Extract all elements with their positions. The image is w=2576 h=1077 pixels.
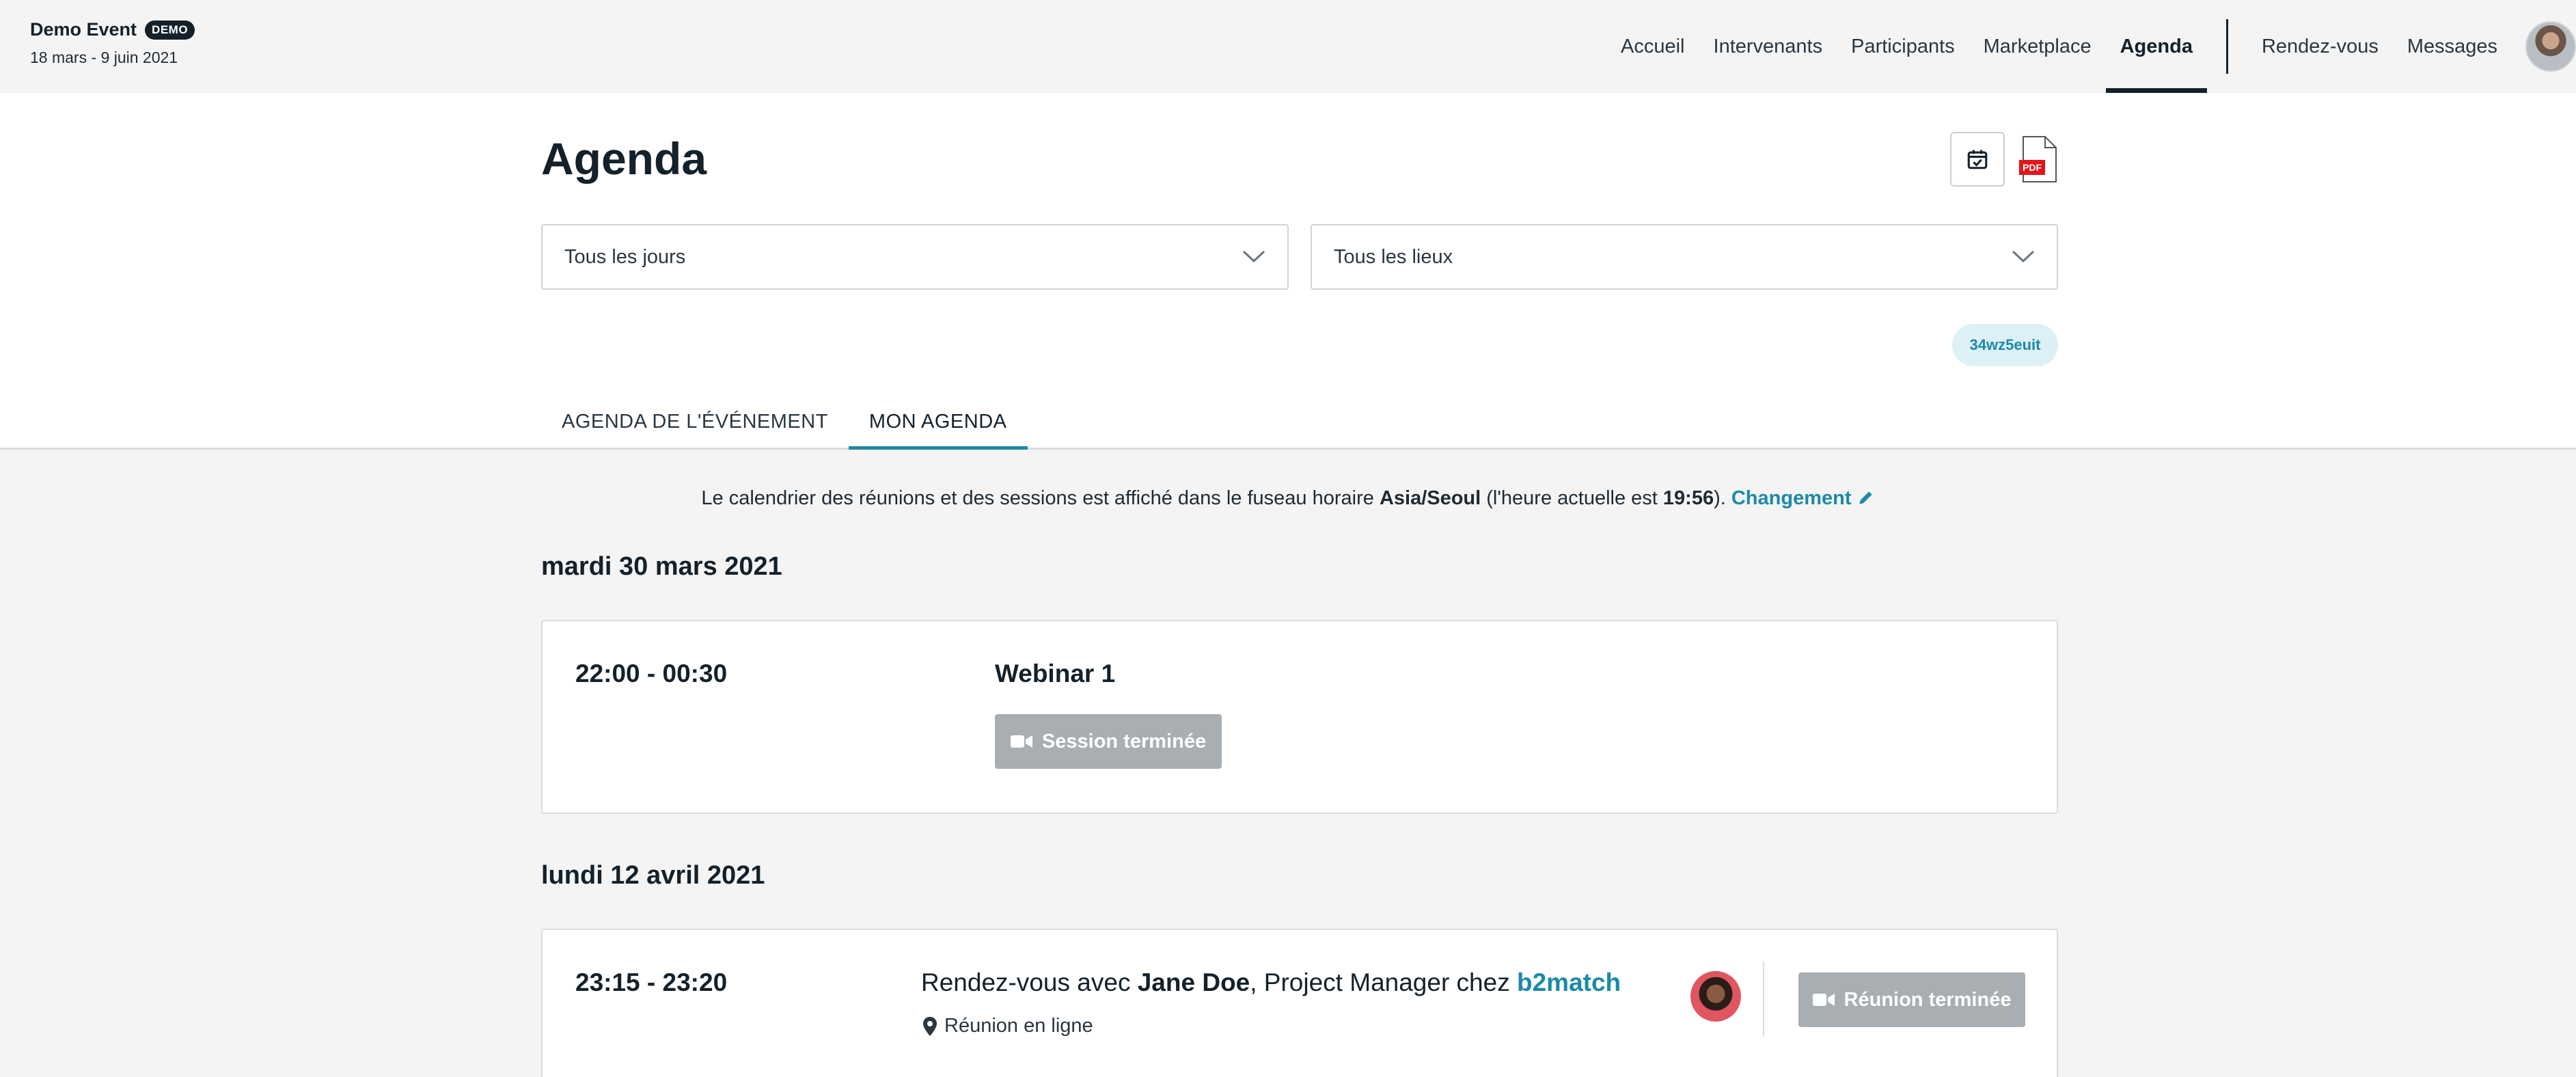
meeting-role-text: , Project Manager chez — [1250, 968, 1517, 996]
page-title: Agenda — [541, 133, 707, 184]
current-time: 19:56 — [1662, 487, 1714, 509]
session-title[interactable]: Webinar 1 — [995, 659, 1115, 688]
timezone-name: Asia/Seoul — [1379, 487, 1481, 509]
participant-avatar[interactable] — [1690, 971, 1741, 1022]
nav-rendez-vous[interactable]: Rendez-vous — [2247, 0, 2393, 93]
nav-agenda[interactable]: Agenda — [2105, 0, 2208, 93]
meeting-title: Rendez-vous avec Jane Doe, Project Manag… — [921, 968, 1621, 997]
timezone-note-text: Le calendrier des réunions et des sessio… — [701, 487, 1380, 509]
pdf-file-icon[interactable]: PDF — [2018, 135, 2057, 183]
main-nav: Accueil Intervenants Participants Market… — [1606, 0, 2576, 93]
meeting-location: Réunion en ligne — [922, 1015, 1093, 1037]
meeting-person[interactable]: Jane Doe — [1138, 968, 1250, 996]
pencil-icon — [1859, 491, 1872, 504]
add-to-calendar-button[interactable] — [1950, 132, 2005, 187]
calendar-check-icon — [1967, 150, 1988, 169]
session-ended-button: Session terminée — [995, 714, 1222, 769]
user-avatar[interactable] — [2525, 21, 2576, 72]
session-ended-label: Session terminée — [1041, 730, 1207, 752]
nav-participants[interactable]: Participants — [1837, 0, 1969, 93]
day-heading: mardi 30 mars 2021 — [541, 552, 782, 581]
divider — [1763, 962, 1764, 1037]
nav-accueil[interactable]: Accueil — [1606, 0, 1699, 93]
change-timezone-label: Changement — [1731, 487, 1852, 509]
agenda-item-card: 22:00 - 00:30 Webinar 1 Session terminée — [541, 620, 2058, 814]
agenda-header-panel: Agenda PDF Tous les jours Tous les lieux… — [0, 93, 2576, 450]
video-camera-icon — [1010, 735, 1032, 748]
nav-divider — [2225, 19, 2228, 74]
session-time: 22:00 - 00:30 — [575, 659, 728, 687]
meeting-ended-label: Réunion terminée — [1844, 988, 2012, 1011]
nav-marketplace[interactable]: Marketplace — [1969, 0, 2106, 93]
event-title: Demo Event — [30, 19, 137, 40]
agenda-item-card: 23:15 - 23:20 Rendez-vous avec Jane Doe,… — [541, 929, 2058, 1077]
meeting-location-label: Réunion en ligne — [944, 1015, 1093, 1037]
meeting-title-text: Rendez-vous avec — [921, 968, 1138, 996]
event-dates: 18 mars - 9 juin 2021 — [30, 49, 178, 66]
meeting-time: 23:15 - 23:20 — [575, 968, 728, 996]
nav-intervenants[interactable]: Intervenants — [1699, 0, 1837, 93]
day-heading: lundi 12 avril 2021 — [541, 861, 765, 890]
place-filter-select[interactable]: Tous les lieux — [1311, 224, 2058, 290]
day-filter-value: Tous les jours — [564, 245, 686, 268]
map-pin-icon — [923, 1016, 937, 1036]
pdf-label: PDF — [2023, 162, 2042, 173]
agenda-tabs: AGENDA DE L'ÉVÉNEMENT MON AGENDA — [541, 394, 1028, 450]
event-brand[interactable]: Demo Event DEMO 18 mars - 9 juin 2021 — [30, 19, 195, 67]
nav-messages[interactable]: Messages — [2393, 0, 2512, 93]
timezone-note-text: (l'heure actuelle est — [1481, 487, 1663, 509]
top-navigation-bar: Demo Event DEMO 18 mars - 9 juin 2021 Ac… — [0, 0, 2576, 93]
tab-event-agenda[interactable]: AGENDA DE L'ÉVÉNEMENT — [541, 394, 849, 450]
meeting-ended-button: Réunion terminée — [1798, 972, 2025, 1027]
timezone-note-text: ). — [1714, 487, 1731, 509]
meeting-organization-link[interactable]: b2match — [1517, 968, 1621, 996]
tab-my-agenda[interactable]: MON AGENDA — [848, 394, 1028, 450]
day-filter-select[interactable]: Tous les jours — [541, 224, 1289, 290]
chevron-down-icon — [1242, 250, 1265, 263]
change-timezone-link[interactable]: Changement — [1731, 487, 1875, 509]
place-filter-value: Tous les lieux — [1334, 245, 1453, 268]
demo-badge: DEMO — [145, 20, 195, 40]
chevron-down-icon — [2012, 250, 2035, 263]
video-camera-icon — [1812, 994, 1835, 1006]
timezone-note: Le calendrier des réunions et des sessio… — [0, 487, 2576, 510]
code-badge[interactable]: 34wz5euit — [1952, 324, 2058, 366]
